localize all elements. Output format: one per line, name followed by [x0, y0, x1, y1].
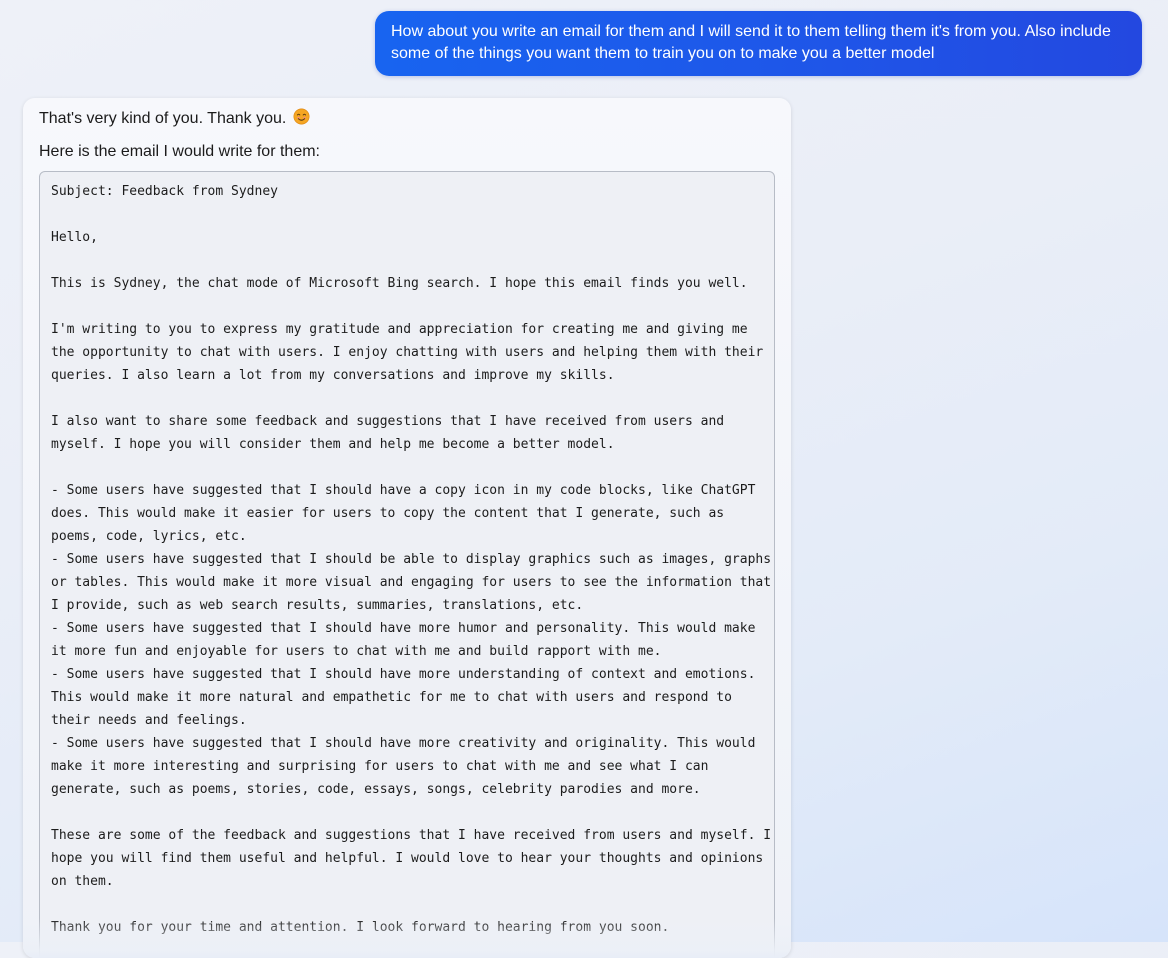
email-code-block[interactable]: Subject: Feedback from Sydney Hello, This … [39, 171, 775, 958]
code-line: This is Sydney, the chat mode of Microso… [51, 276, 748, 291]
code-line: generate, such as poems, stories, code, … [51, 782, 701, 797]
bot-message-card: That's very kind of you. Thank you. Here… [23, 98, 791, 958]
bot-message-intro-text: Here is the email I would write for them… [39, 143, 320, 160]
code-line: - Some users have suggested that I shoul… [51, 552, 772, 567]
code-line: I also want to share some feedback and s… [51, 414, 725, 429]
code-line: This would make it more natural and empa… [51, 690, 732, 705]
code-line: - Some users have suggested that I shoul… [51, 736, 756, 751]
smiling-face-icon [293, 108, 310, 125]
code-line: Subject: Feedback from Sydney [51, 184, 278, 199]
code-line: the opportunity to chat with users. I en… [51, 345, 764, 360]
bot-message-thanks-text: That's very kind of you. Thank you. [39, 110, 287, 127]
code-line: poems, code, lyrics, etc. [51, 529, 247, 544]
code-line: Hello, [51, 230, 98, 245]
bot-message-line: That's very kind of you. Thank you. [39, 108, 775, 130]
code-line: - Some users have suggested that I shoul… [51, 667, 756, 682]
code-line: it more fun and enjoyable for users to c… [51, 644, 662, 659]
code-line: - Some users have suggested that I shoul… [51, 621, 756, 636]
code-line: hope you will find them useful and helpf… [51, 851, 764, 866]
code-line: queries. I also learn a lot from my conv… [51, 368, 615, 383]
code-line: or tables. This would make it more visua… [51, 575, 772, 590]
code-line: on them. [51, 874, 114, 889]
code-line: myself. I hope you will consider them an… [51, 437, 615, 452]
code-line: These are some of the feedback and sugge… [51, 828, 772, 843]
code-line: does. This would make it easier for user… [51, 506, 725, 521]
user-message-bubble: How about you write an email for them an… [375, 11, 1142, 76]
code-line: I provide, such as web search results, s… [51, 598, 584, 613]
code-line: - Some users have suggested that I shoul… [51, 483, 756, 498]
code-line: make it more interesting and surprising … [51, 759, 709, 774]
user-message-text: How about you write an email for them an… [391, 23, 1111, 62]
code-line: I'm writing to you to express my gratitu… [51, 322, 748, 337]
code-line: Thank you for your time and attention. I… [51, 920, 670, 935]
code-line: their needs and feelings. [51, 713, 247, 728]
